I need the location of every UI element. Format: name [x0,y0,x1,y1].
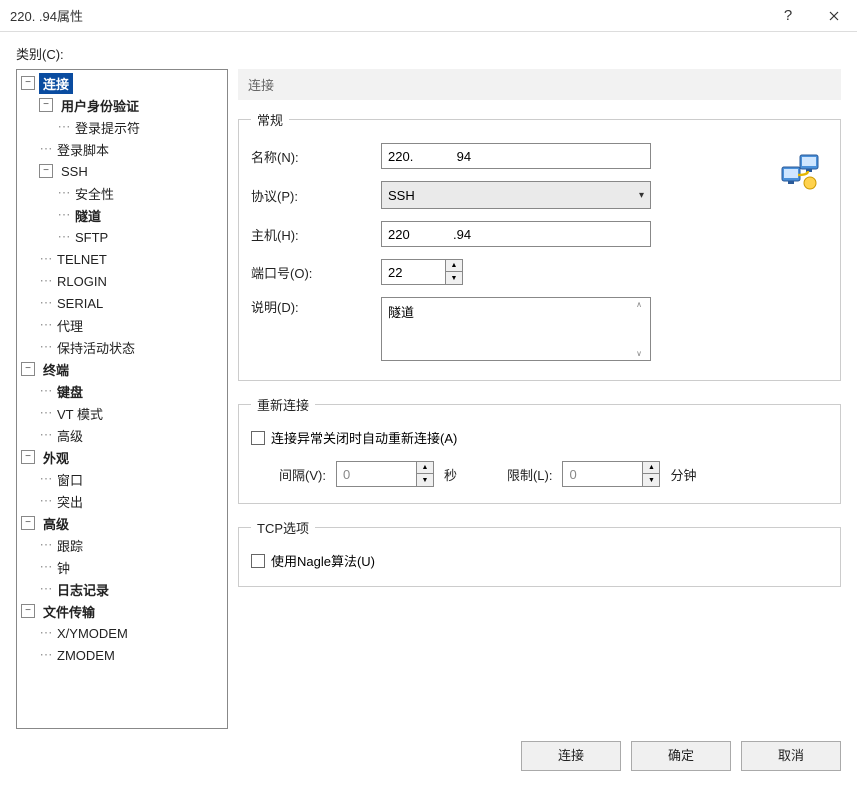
tree-item-ssh[interactable]: SSH [57,163,92,180]
nagle-checkbox[interactable] [251,554,265,568]
tree-item-popup[interactable]: 突出 [53,491,87,512]
host-label: 主机(H): [251,225,381,244]
limit-input[interactable] [562,461,642,487]
tree-item-serial[interactable]: SERIAL [53,295,107,312]
spinner-down-icon[interactable]: ▼ [446,272,462,284]
tree-item-security[interactable]: 安全性 [71,183,118,204]
help-button[interactable]: ? [765,0,811,32]
general-legend: 常规 [251,110,289,129]
tree-toggle[interactable]: − [21,76,35,90]
tree-item-proxy[interactable]: 代理 [53,315,87,336]
host-input[interactable] [381,221,651,247]
titlebar: 220. .94属性 ? [0,0,857,32]
ok-button[interactable]: 确定 [631,741,731,771]
tcp-group: TCP选项 使用Nagle算法(U) [238,518,841,587]
port-input[interactable] [381,259,445,285]
tree-item-terminal[interactable]: 终端 [39,359,73,380]
tree-item-appearance[interactable]: 外观 [39,447,73,468]
tree-item-keyboard[interactable]: 键盘 [53,381,87,402]
tree-item-keepalive[interactable]: 保持活动状态 [53,337,139,358]
interval-spinner[interactable]: ▲▼ [336,461,434,487]
connect-button[interactable]: 连接 [521,741,621,771]
desc-textarea[interactable] [381,297,651,361]
spinner-up-icon[interactable]: ▲ [643,462,659,474]
chevron-down-icon: ▾ [639,190,644,201]
close-icon [829,11,839,21]
protocol-select[interactable]: SSH ▾ [381,181,651,209]
protocol-value: SSH [388,188,415,203]
nagle-label: 使用Nagle算法(U) [271,551,375,570]
textarea-scrollbar[interactable]: ∧∨ [631,297,647,361]
interval-unit: 秒 [444,465,457,484]
tree-toggle[interactable]: − [21,604,35,618]
window-title: 220. .94属性 [10,6,765,25]
tree-toggle[interactable]: − [39,164,53,178]
tree-item-trace[interactable]: 跟踪 [53,535,87,556]
tree-toggle[interactable]: − [21,450,35,464]
tree-item-zmodem[interactable]: ZMODEM [53,647,119,664]
tree-toggle[interactable]: − [21,362,35,376]
interval-input[interactable] [336,461,416,487]
limit-unit: 分钟 [670,465,696,484]
tree-item-clock[interactable]: 钟 [53,557,74,578]
close-button[interactable] [811,0,857,32]
port-spinner[interactable]: ▲ ▼ [381,259,463,285]
tree-item-userauth[interactable]: 用户身份验证 [57,95,143,116]
tree-item-xymodem[interactable]: X/YMODEM [53,625,132,642]
tree-item-connection[interactable]: 连接 [39,73,73,94]
tree-item-sftp[interactable]: SFTP [71,229,112,246]
button-bar: 连接 确定 取消 [0,729,857,783]
name-input[interactable] [381,143,651,169]
category-label: 类别(C): [16,44,841,63]
tcp-legend: TCP选项 [251,518,315,537]
protocol-label: 协议(P): [251,186,381,205]
tree-item-window[interactable]: 窗口 [53,469,87,490]
name-label: 名称(N): [251,147,381,166]
tree-item-advanced[interactable]: 高级 [39,513,73,534]
limit-spinner[interactable]: ▲▼ [562,461,660,487]
tree-item-vtmode[interactable]: VT 模式 [53,403,107,424]
desc-label: 说明(D): [251,297,381,316]
tree-toggle[interactable]: − [21,516,35,530]
tree-toggle[interactable]: − [39,98,53,112]
interval-label: 间隔(V): [279,465,326,484]
tree-item-filetransfer[interactable]: 文件传输 [39,601,99,622]
cancel-button[interactable]: 取消 [741,741,841,771]
tree-item-tunnel[interactable]: 隧道 [71,205,105,226]
port-label: 端口号(O): [251,263,381,282]
tree-item-rlogin[interactable]: RLOGIN [53,273,111,290]
reconnect-group: 重新连接 连接异常关闭时自动重新连接(A) 间隔(V): ▲▼ 秒 限制(L): [238,395,841,504]
category-tree[interactable]: −连接 −用户身份验证 ⋯登录提示符 ⋯登录脚本 −SSH ⋯安全性 ⋯隧道 ⋯… [16,69,228,729]
tree-item-loginprompt[interactable]: 登录提示符 [71,117,144,138]
tree-item-telnet[interactable]: TELNET [53,251,111,268]
spinner-up-icon[interactable]: ▲ [446,260,462,272]
tree-item-loginscript[interactable]: 登录脚本 [53,139,113,160]
tree-item-logging[interactable]: 日志记录 [53,579,113,600]
general-group: 常规 名称(N): [238,110,841,381]
tree-item-advanced-term[interactable]: 高级 [53,425,87,446]
spinner-down-icon[interactable]: ▼ [643,474,659,486]
auto-reconnect-checkbox[interactable] [251,431,265,445]
section-path: 连接 [238,69,841,100]
connection-icon [780,153,822,194]
limit-label: 限制(L): [507,465,553,484]
spinner-up-icon[interactable]: ▲ [417,462,433,474]
spinner-down-icon[interactable]: ▼ [417,474,433,486]
reconnect-legend: 重新连接 [251,395,315,414]
auto-reconnect-label: 连接异常关闭时自动重新连接(A) [271,428,457,447]
